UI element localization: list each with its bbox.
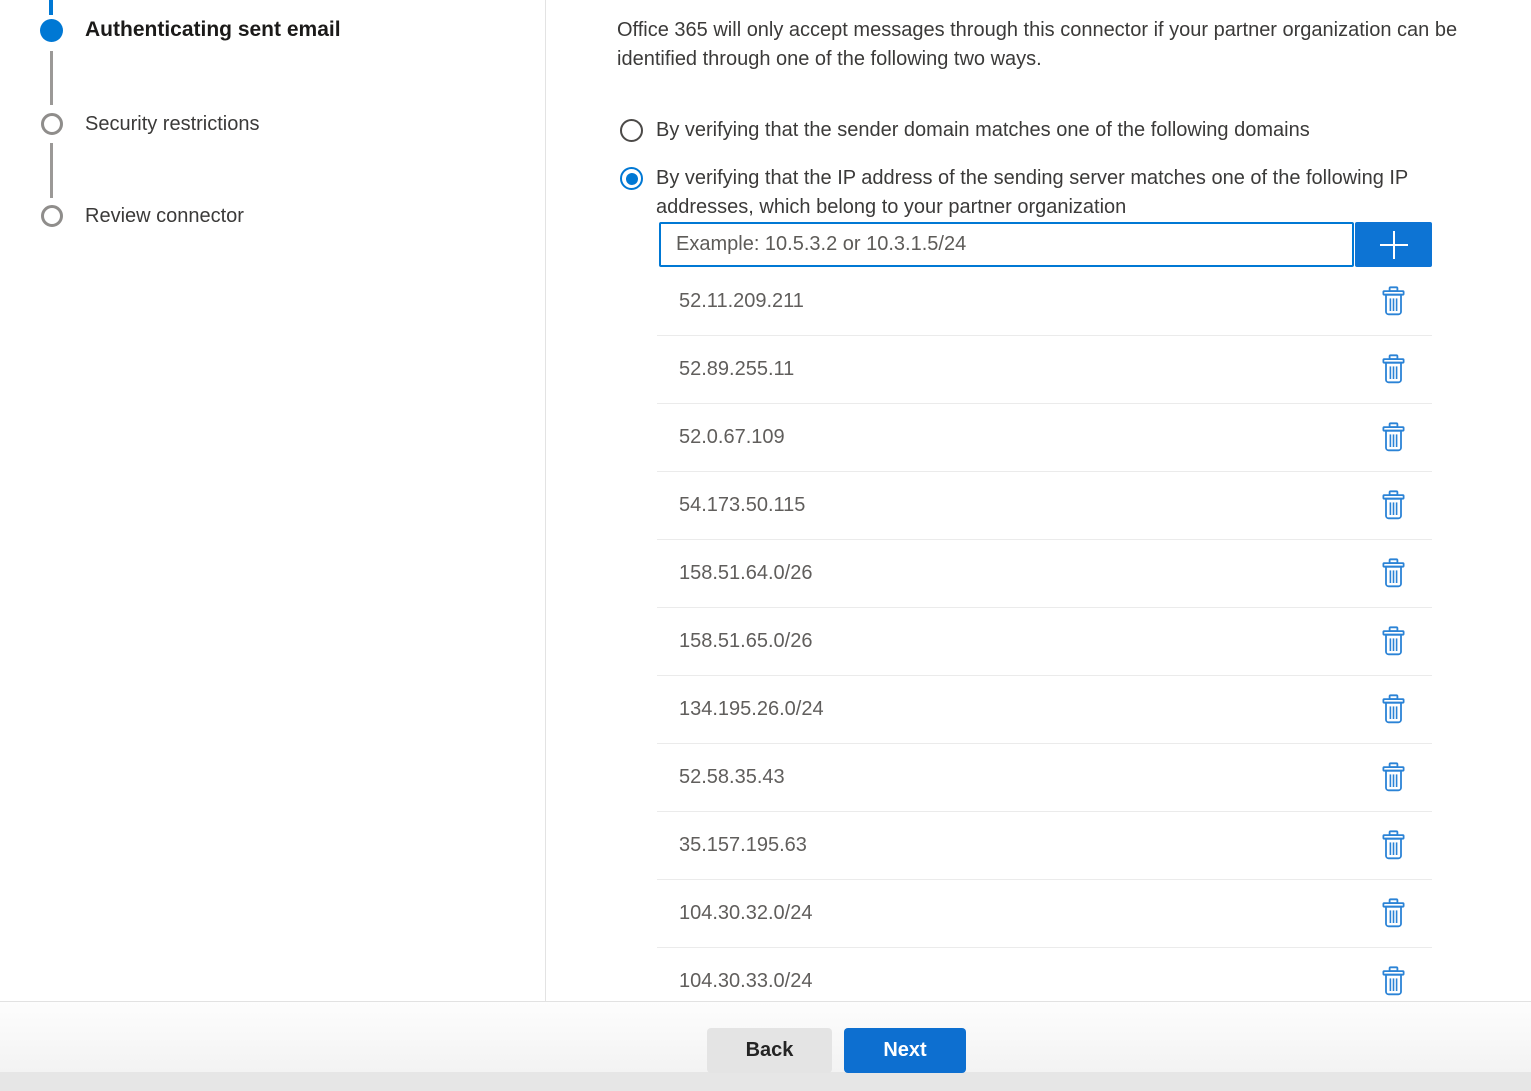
ip-list-row: 104.30.32.0/24 bbox=[657, 880, 1432, 948]
delete-ip-button[interactable] bbox=[1377, 554, 1410, 593]
ip-value: 35.157.195.63 bbox=[679, 834, 807, 857]
ip-value: 104.30.33.0/24 bbox=[679, 970, 812, 993]
trash-icon bbox=[1381, 694, 1406, 725]
ip-list-row: 134.195.26.0/24 bbox=[657, 676, 1432, 744]
trash-icon bbox=[1381, 830, 1406, 861]
radio-option-label: By verifying that the sender domain matc… bbox=[656, 116, 1310, 145]
trash-icon bbox=[1381, 762, 1406, 793]
ip-value: 134.195.26.0/24 bbox=[679, 698, 824, 721]
next-button[interactable]: Next bbox=[844, 1028, 966, 1073]
ip-value: 54.173.50.115 bbox=[679, 494, 805, 517]
ip-value: 158.51.65.0/26 bbox=[679, 630, 812, 653]
step-content: Office 365 will only accept messages thr… bbox=[546, 0, 1531, 1001]
ip-value: 104.30.32.0/24 bbox=[679, 902, 812, 925]
delete-ip-button[interactable] bbox=[1377, 486, 1410, 525]
trash-icon bbox=[1381, 286, 1406, 317]
step-authenticating-sent-email: Authenticating sent email bbox=[85, 17, 341, 43]
trash-icon bbox=[1381, 966, 1406, 997]
ip-list-row: 35.157.195.63 bbox=[657, 812, 1432, 880]
step-review-connector: Review connector bbox=[85, 203, 244, 229]
stepper-connector-line bbox=[50, 143, 53, 198]
trash-icon bbox=[1381, 490, 1406, 521]
plus-icon bbox=[1377, 228, 1411, 262]
ip-value: 52.89.255.11 bbox=[679, 358, 794, 381]
ip-address-list: 52.11.209.211 52.89.255.11 52. bbox=[657, 268, 1432, 1001]
intro-text: Office 365 will only accept messages thr… bbox=[617, 16, 1531, 73]
trash-icon bbox=[1381, 422, 1406, 453]
connector-wizard: Authenticating sent email Security restr… bbox=[0, 0, 1531, 1091]
ip-value: 52.0.67.109 bbox=[679, 426, 785, 449]
ip-entry-row bbox=[659, 222, 1432, 267]
stepper-connector-line bbox=[50, 51, 53, 105]
radio-unselected-icon[interactable] bbox=[620, 119, 643, 142]
radio-selected-icon[interactable] bbox=[620, 167, 643, 190]
trash-icon bbox=[1381, 898, 1406, 929]
wizard-stepper: Authenticating sent email Security restr… bbox=[0, 0, 546, 1001]
wizard-content: Authenticating sent email Security restr… bbox=[0, 0, 1531, 1001]
ip-list-row: 52.11.209.211 bbox=[657, 268, 1432, 336]
ip-list-row: 54.173.50.115 bbox=[657, 472, 1432, 540]
delete-ip-button[interactable] bbox=[1377, 622, 1410, 661]
radio-option-ip-address[interactable]: By verifying that the IP address of the … bbox=[620, 164, 1408, 221]
ip-value: 52.11.209.211 bbox=[679, 290, 804, 313]
step-circle-icon bbox=[41, 205, 63, 227]
delete-ip-button[interactable] bbox=[1377, 350, 1410, 389]
footer-bottom-strip bbox=[0, 1072, 1531, 1091]
ip-address-input[interactable] bbox=[659, 222, 1354, 267]
step-active-circle-icon bbox=[40, 19, 63, 42]
ip-list-row: 52.89.255.11 bbox=[657, 336, 1432, 404]
trash-icon bbox=[1381, 558, 1406, 589]
ip-list-row: 158.51.65.0/26 bbox=[657, 608, 1432, 676]
delete-ip-button[interactable] bbox=[1377, 282, 1410, 321]
radio-option-sender-domain[interactable]: By verifying that the sender domain matc… bbox=[620, 116, 1310, 145]
add-ip-button[interactable] bbox=[1355, 222, 1432, 267]
ip-value: 158.51.64.0/26 bbox=[679, 562, 812, 585]
step-security-restrictions: Security restrictions bbox=[85, 111, 260, 137]
step-circle-icon bbox=[41, 113, 63, 135]
delete-ip-button[interactable] bbox=[1377, 690, 1410, 729]
ip-list-row: 52.0.67.109 bbox=[657, 404, 1432, 472]
ip-value: 52.58.35.43 bbox=[679, 766, 785, 789]
stepper-completed-line bbox=[49, 0, 53, 15]
ip-list-row: 158.51.64.0/26 bbox=[657, 540, 1432, 608]
delete-ip-button[interactable] bbox=[1377, 826, 1410, 865]
delete-ip-button[interactable] bbox=[1377, 962, 1410, 1001]
ip-list-row: 104.30.33.0/24 bbox=[657, 948, 1432, 1001]
ip-list-row: 52.58.35.43 bbox=[657, 744, 1432, 812]
delete-ip-button[interactable] bbox=[1377, 894, 1410, 933]
trash-icon bbox=[1381, 354, 1406, 385]
trash-icon bbox=[1381, 626, 1406, 657]
wizard-footer: Back Next bbox=[0, 1001, 1531, 1091]
back-button[interactable]: Back bbox=[707, 1028, 832, 1073]
delete-ip-button[interactable] bbox=[1377, 758, 1410, 797]
delete-ip-button[interactable] bbox=[1377, 418, 1410, 457]
radio-option-label: By verifying that the IP address of the … bbox=[656, 164, 1408, 221]
